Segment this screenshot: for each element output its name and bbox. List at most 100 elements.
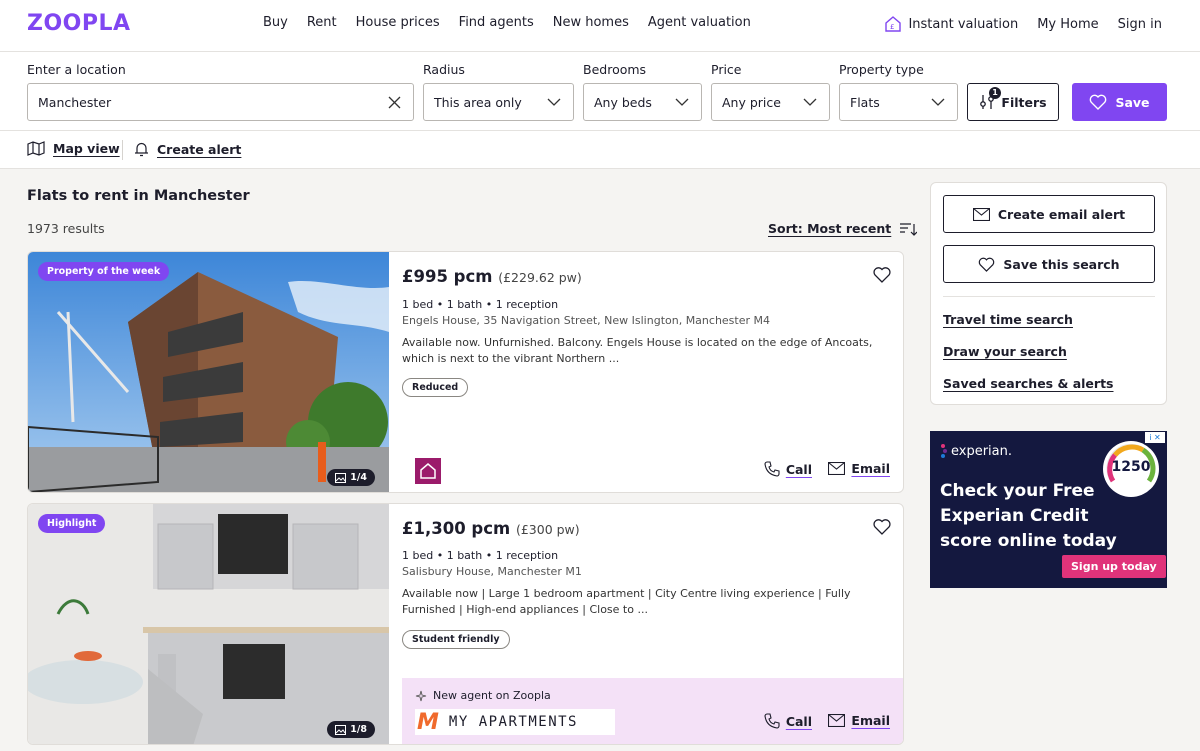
listing-price: £995 pcm (£229.62 pw): [402, 267, 582, 286]
location-input[interactable]: Manchester: [27, 83, 414, 121]
call-button[interactable]: Call: [764, 713, 812, 729]
photo-count-label: 1/8: [350, 724, 367, 735]
new-agent-note: New agent on Zoopla: [415, 689, 551, 702]
image-icon: [335, 724, 347, 735]
filters-label: Filters: [1001, 94, 1047, 110]
property-type-select[interactable]: Flats: [839, 83, 958, 121]
filters-button[interactable]: 1 Filters: [967, 83, 1059, 121]
envelope-icon: [828, 714, 846, 727]
envelope-icon: [972, 207, 990, 221]
save-this-search-button[interactable]: Save this search: [943, 245, 1155, 283]
sort-control[interactable]: Sort: Most recent: [768, 221, 918, 236]
building-photo: [28, 252, 389, 492]
experian-brand: experian.: [940, 442, 1012, 460]
chevron-down-icon: [803, 98, 817, 106]
experian-dots-icon: [941, 444, 947, 458]
listing-photo[interactable]: Highlight 1/8: [28, 504, 389, 744]
map-view-link[interactable]: Map view: [27, 141, 120, 156]
email-button[interactable]: Email: [828, 713, 890, 728]
heart-icon[interactable]: [873, 518, 891, 536]
results-toolbar: Map view Create alert: [0, 131, 1200, 169]
kitchen-photo: [28, 504, 389, 744]
listing-info: £995 pcm (£229.62 pw) 1 bed • 1 bath • 1…: [402, 252, 903, 492]
experian-ad[interactable]: experian. i ✕ 1250 Check your Free Exper…: [930, 431, 1167, 588]
heart-icon: [979, 257, 995, 272]
nav-rent[interactable]: Rent: [307, 15, 337, 30]
my-home-link[interactable]: My Home: [1037, 17, 1098, 32]
price-pcm: £995 pcm: [402, 267, 493, 286]
nav-agent-valuation[interactable]: Agent valuation: [648, 15, 751, 30]
listing-address[interactable]: Salisbury House, Manchester M1: [402, 565, 582, 578]
sign-in-link[interactable]: Sign in: [1118, 17, 1162, 32]
listing-card[interactable]: Highlight 1/8 £1,300 pcm (£300 pw) 1 bed…: [27, 503, 904, 745]
email-label: Email: [851, 713, 890, 728]
save-label: Save: [1115, 94, 1150, 110]
sidebar-divider: [943, 296, 1155, 297]
listing-description: Available now. Unfurnished. Balcony. Eng…: [402, 336, 873, 365]
ad-headline: Check your Free Experian Credit score on…: [940, 481, 1117, 551]
top-navigation: ZOOPLA Buy Rent House prices Find agents…: [0, 0, 1200, 52]
heart-icon: [1090, 94, 1107, 110]
sparkle-icon: [415, 690, 427, 701]
agent-logo[interactable]: [415, 458, 441, 484]
agent-name: MY APARTMENTS: [448, 714, 578, 730]
bell-icon: [135, 142, 148, 157]
property-type-value: Flats: [850, 94, 880, 110]
price-pw: (£300 pw): [515, 522, 580, 537]
clear-icon[interactable]: [388, 96, 401, 109]
bedrooms-select[interactable]: Any beds: [583, 83, 702, 121]
listing-address[interactable]: Engels House, 35 Navigation Street, New …: [402, 314, 770, 327]
photo-count[interactable]: 1/8: [327, 721, 375, 738]
listing-description: Available now | Large 1 bedroom apartmen…: [402, 587, 851, 616]
radius-select[interactable]: This area only: [423, 83, 574, 121]
map-icon: [27, 141, 45, 156]
results-count: 1973 results: [27, 221, 105, 236]
nav-buy[interactable]: Buy: [263, 15, 288, 30]
sign-up-button[interactable]: Sign up today: [1062, 555, 1166, 578]
email-button[interactable]: Email: [828, 461, 890, 476]
saved-searches-link[interactable]: Saved searches & alerts: [943, 376, 1114, 391]
radius-label: Radius: [423, 62, 465, 77]
photo-count[interactable]: 1/4: [327, 469, 375, 486]
create-email-alert-button[interactable]: Create email alert: [943, 195, 1155, 233]
house-pound-icon: £: [885, 16, 902, 32]
listing-photo[interactable]: Property of the week 1/4: [28, 252, 389, 492]
student-friendly-chip: Student friendly: [402, 630, 510, 649]
create-alert-link[interactable]: Create alert: [134, 141, 241, 157]
instant-valuation-link[interactable]: Instant valuation: [908, 17, 1018, 32]
radius-value: This area only: [434, 94, 522, 110]
nav-new-homes[interactable]: New homes: [553, 15, 629, 30]
toolbar-divider: [122, 140, 123, 160]
page-title: Flats to rent in Manchester: [27, 188, 250, 204]
travel-time-search-link[interactable]: Travel time search: [943, 312, 1073, 327]
image-icon: [335, 472, 347, 483]
sidebar-actions: Create email alert Save this search Trav…: [930, 182, 1167, 405]
photo-count-label: 1/4: [350, 472, 367, 483]
call-button[interactable]: Call: [764, 461, 812, 477]
location-label: Enter a location: [27, 62, 126, 77]
new-agent-band: New agent on Zoopla M MY APARTMENTS Call…: [402, 678, 903, 744]
sort-icon: [900, 222, 918, 236]
agent-logo[interactable]: M MY APARTMENTS: [415, 709, 615, 735]
phone-icon: [764, 461, 780, 477]
save-this-search-label: Save this search: [1003, 256, 1120, 272]
price-value: Any price: [722, 94, 781, 110]
price-select[interactable]: Any price: [711, 83, 830, 121]
bedrooms-value: Any beds: [594, 94, 652, 110]
draw-your-search-link[interactable]: Draw your search: [943, 344, 1067, 359]
nav-house-prices[interactable]: House prices: [356, 15, 440, 30]
zoopla-logo[interactable]: ZOOPLA: [27, 11, 131, 36]
price-label: Price: [711, 62, 742, 77]
nav-find-agents[interactable]: Find agents: [459, 15, 534, 30]
listing-spec: 1 bed • 1 bath • 1 reception: [402, 549, 559, 562]
map-view-label: Map view: [53, 141, 120, 156]
envelope-icon: [828, 462, 846, 475]
experian-name: experian.: [951, 443, 1013, 459]
heart-icon[interactable]: [873, 266, 891, 284]
filters-count-badge: 1: [989, 87, 1001, 99]
listing-info: £1,300 pcm (£300 pw) 1 bed • 1 bath • 1 …: [402, 504, 903, 744]
listing-card[interactable]: Property of the week 1/4 £995 pcm (£229.…: [27, 251, 904, 493]
save-search-button[interactable]: Save: [1072, 83, 1167, 121]
account-nav: £ Instant valuation My Home Sign in: [884, 15, 1162, 33]
new-agent-label: New agent on Zoopla: [433, 689, 551, 702]
